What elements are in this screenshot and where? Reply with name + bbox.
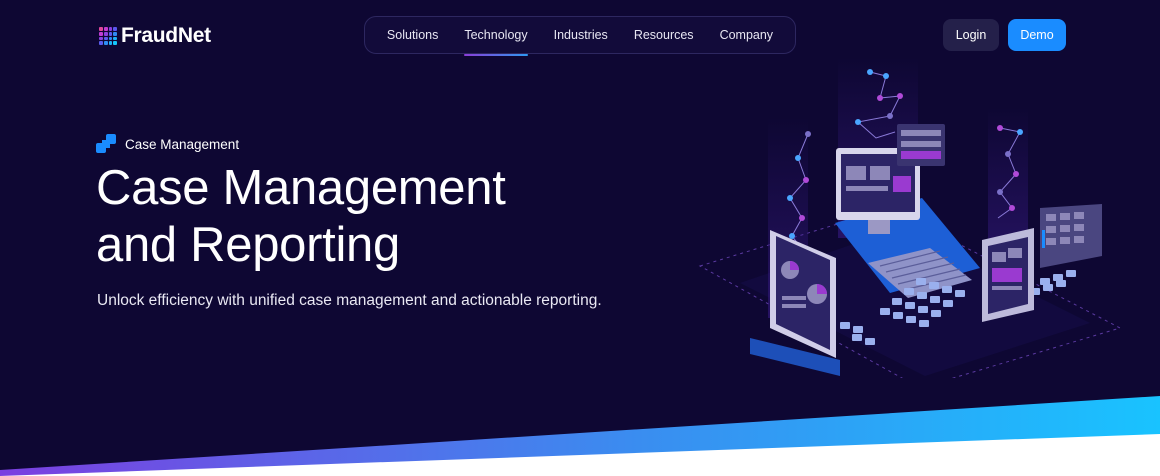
- case-management-icon: [96, 134, 116, 153]
- title-line-2: and Reporting: [96, 218, 400, 272]
- nav-item-solutions[interactable]: Solutions: [374, 28, 451, 42]
- main-nav: Solutions Technology Industries Resource…: [364, 16, 796, 56]
- hero-eyebrow: Case Management: [96, 134, 239, 154]
- nav-item-technology[interactable]: Technology: [451, 28, 540, 56]
- logo-grid-icon: [99, 27, 117, 45]
- fraudnet-logo[interactable]: FraudNet: [99, 24, 211, 48]
- eyebrow-label: Case Management: [125, 136, 240, 152]
- demo-button[interactable]: Demo: [1008, 19, 1066, 51]
- nav-item-resources[interactable]: Resources: [621, 28, 707, 42]
- nav-item-industries[interactable]: Industries: [541, 28, 621, 42]
- page-title: Case Management and Reporting: [96, 160, 656, 274]
- hero-subtitle: Unlock efficiency with unified case mana…: [97, 292, 602, 309]
- login-button[interactable]: Login: [943, 19, 999, 51]
- brand-name: FraudNet: [121, 24, 211, 47]
- nav-item-company[interactable]: Company: [707, 28, 787, 42]
- title-line-1: Case Management: [96, 161, 506, 215]
- case-management-illustration: [698, 58, 1122, 378]
- bottom-gradient-wedge: [0, 396, 1160, 476]
